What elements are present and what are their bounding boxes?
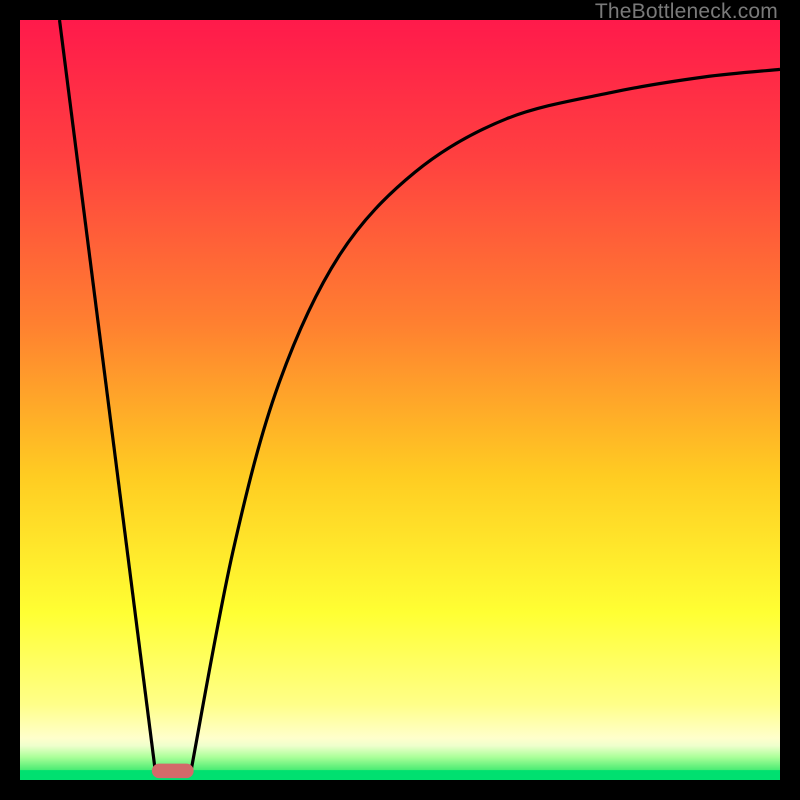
- watermark-text: TheBottleneck.com: [595, 0, 778, 24]
- chart-svg: [20, 20, 780, 780]
- gradient-background: [20, 20, 780, 780]
- bottleneck-marker: [152, 764, 194, 778]
- chart-frame: [20, 20, 780, 780]
- bottom-green-band: [20, 770, 780, 780]
